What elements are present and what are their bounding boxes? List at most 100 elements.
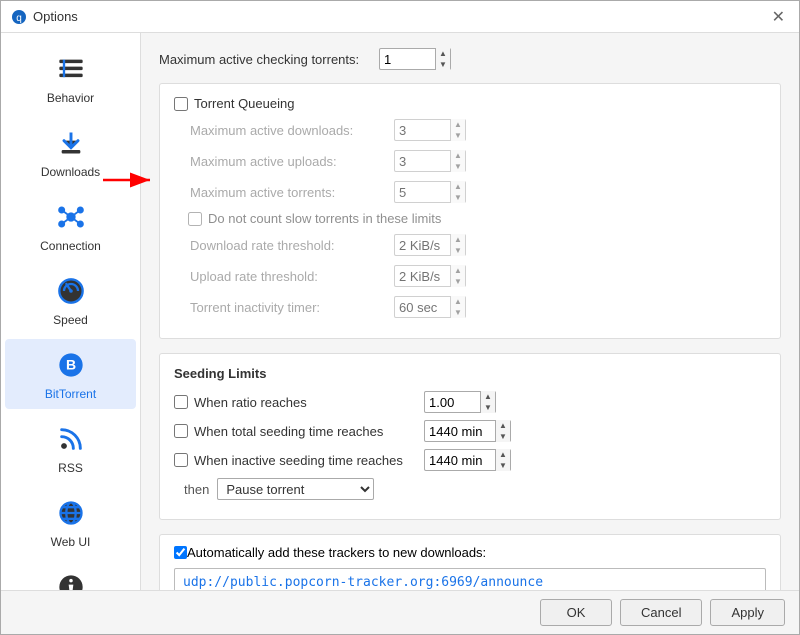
- max-active-checking-input[interactable]: [380, 49, 435, 69]
- title-bar: q Options ✕: [1, 1, 799, 33]
- spinbox-up[interactable]: ▲: [481, 391, 495, 402]
- max-downloads-spinbox-btns: ▲ ▼: [450, 119, 465, 141]
- max-uploads-label: Maximum active uploads:: [174, 154, 394, 169]
- inactivity-timer-input: [395, 297, 450, 317]
- when-inactive-seeding-input[interactable]: [425, 450, 495, 470]
- when-ratio-row: When ratio reaches ▲ ▼: [174, 391, 766, 413]
- spinbox-down: ▼: [451, 161, 465, 172]
- sidebar-label-speed: Speed: [53, 313, 88, 327]
- torrent-queueing-row: Torrent Queueing: [174, 96, 766, 111]
- seeding-limits-section: Seeding Limits When ratio reaches ▲ ▼: [159, 353, 781, 520]
- sidebar-label-behavior: Behavior: [47, 91, 94, 105]
- advanced-icon: [53, 569, 89, 590]
- max-uploads-spinbox: ▲ ▼: [394, 150, 466, 172]
- max-downloads-label: Maximum active downloads:: [174, 123, 394, 138]
- max-active-checking-spinbox[interactable]: ▲ ▼: [379, 48, 451, 70]
- spinbox-down[interactable]: ▼: [436, 59, 450, 70]
- when-inactive-seeding-spinbox[interactable]: ▲ ▼: [424, 449, 511, 471]
- then-row: then Pause torrent Remove torrent Enable…: [174, 478, 766, 500]
- when-inactive-seeding-row: When inactive seeding time reaches ▲ ▼: [174, 449, 766, 471]
- spinbox-buttons[interactable]: ▲ ▼: [435, 48, 450, 70]
- sidebar-item-advanced[interactable]: Advanced: [5, 561, 136, 590]
- spinbox-down[interactable]: ▼: [496, 431, 510, 442]
- download-rate-spinbox: ▲ ▼: [394, 234, 466, 256]
- sidebar-item-connection[interactable]: Connection: [5, 191, 136, 261]
- spinbox-down: ▼: [451, 307, 465, 318]
- when-ratio-input[interactable]: [425, 392, 480, 412]
- inactivity-timer-label: Torrent inactivity timer:: [174, 300, 394, 315]
- when-ratio-label[interactable]: When ratio reaches: [194, 395, 424, 410]
- spinbox-down[interactable]: ▼: [496, 460, 510, 471]
- when-total-seeding-checkbox[interactable]: [174, 424, 188, 438]
- trackers-label[interactable]: Automatically add these trackers to new …: [187, 545, 486, 560]
- max-uploads-spinbox-btns: ▲ ▼: [450, 150, 465, 172]
- spinbox-up[interactable]: ▲: [496, 449, 510, 460]
- sidebar-item-downloads[interactable]: Downloads: [5, 117, 136, 187]
- when-total-seeding-label[interactable]: When total seeding time reaches: [194, 424, 424, 439]
- when-total-seeding-spinbox[interactable]: ▲ ▼: [424, 420, 511, 442]
- trackers-section: Automatically add these trackers to new …: [159, 534, 781, 590]
- sidebar-label-connection: Connection: [40, 239, 101, 253]
- download-rate-threshold-label: Download rate threshold:: [174, 238, 394, 253]
- app-icon: q: [11, 9, 27, 25]
- spinbox-up: ▲: [451, 150, 465, 161]
- torrent-queueing-checkbox[interactable]: [174, 97, 188, 111]
- spinbox-up: ▲: [451, 181, 465, 192]
- downloads-icon: [53, 125, 89, 161]
- apply-button[interactable]: Apply: [710, 599, 785, 626]
- when-ratio-spinbox[interactable]: ▲ ▼: [424, 391, 496, 413]
- when-ratio-checkbox[interactable]: [174, 395, 188, 409]
- spinbox-down[interactable]: ▼: [481, 402, 495, 413]
- spinbox-up: ▲: [451, 296, 465, 307]
- download-rate-input: [395, 235, 450, 255]
- do-not-count-slow-row: Do not count slow torrents in these limi…: [174, 211, 766, 226]
- when-total-seeding-row: When total seeding time reaches ▲ ▼: [174, 420, 766, 442]
- sidebar-label-downloads: Downloads: [41, 165, 100, 179]
- sidebar-item-speed[interactable]: Speed: [5, 265, 136, 335]
- upload-rate-spinbox: ▲ ▼: [394, 265, 466, 287]
- torrent-queueing-label[interactable]: Torrent Queueing: [194, 96, 294, 111]
- spinbox-up[interactable]: ▲: [496, 420, 510, 431]
- max-torrents-input: [395, 182, 450, 202]
- spinbox-up[interactable]: ▲: [436, 48, 450, 59]
- max-downloads-row: Maximum active downloads: ▲ ▼: [174, 118, 766, 142]
- do-not-count-slow-checkbox: [188, 212, 202, 226]
- sidebar-item-bittorrent[interactable]: B BitTorrent: [5, 339, 136, 409]
- spinbox-up: ▲: [451, 234, 465, 245]
- torrent-queueing-section: Torrent Queueing Maximum active download…: [159, 83, 781, 339]
- sidebar-item-webui[interactable]: Web UI: [5, 487, 136, 557]
- upload-rate-threshold-label: Upload rate threshold:: [174, 269, 394, 284]
- max-torrents-row: Maximum active torrents: ▲ ▼: [174, 180, 766, 204]
- main-panel: Maximum active checking torrents: ▲ ▼ To…: [141, 33, 799, 590]
- sidebar-item-rss[interactable]: RSS: [5, 413, 136, 483]
- spinbox-up: ▲: [451, 265, 465, 276]
- download-rate-threshold-row: Download rate threshold: ▲ ▼: [174, 233, 766, 257]
- sidebar-label-bittorrent: BitTorrent: [45, 387, 96, 401]
- trackers-textarea[interactable]: udp://public.popcorn-tracker.org:6969/an…: [174, 568, 766, 590]
- then-action-dropdown[interactable]: Pause torrent Remove torrent Enable supe…: [217, 478, 374, 500]
- inactivity-timer-row: Torrent inactivity timer: ▲ ▼: [174, 295, 766, 319]
- max-active-checking-row: Maximum active checking torrents: ▲ ▼: [159, 47, 781, 71]
- max-active-checking-label: Maximum active checking torrents:: [159, 52, 379, 67]
- max-torrents-spinbox-btns: ▲ ▼: [450, 181, 465, 203]
- when-inactive-seeding-label[interactable]: When inactive seeding time reaches: [194, 453, 424, 468]
- cancel-button[interactable]: Cancel: [620, 599, 702, 626]
- ok-button[interactable]: OK: [540, 599, 612, 626]
- speed-icon: [53, 273, 89, 309]
- svg-text:q: q: [16, 13, 22, 24]
- max-uploads-input: [395, 151, 450, 171]
- seeding-limits-title: Seeding Limits: [174, 366, 766, 381]
- when-inactive-seeding-checkbox[interactable]: [174, 453, 188, 467]
- sidebar-item-behavior[interactable]: Behavior: [5, 43, 136, 113]
- spinbox-up: ▲: [451, 119, 465, 130]
- trackers-checkbox[interactable]: [174, 546, 187, 559]
- sidebar-label-rss: RSS: [58, 461, 83, 475]
- close-button[interactable]: ✕: [768, 7, 789, 27]
- dialog-title: Options: [33, 9, 768, 24]
- then-label: then: [184, 482, 209, 497]
- when-total-seeding-input[interactable]: [425, 421, 495, 441]
- rss-icon: [53, 421, 89, 457]
- upload-rate-input: [395, 266, 450, 286]
- connection-icon: [53, 199, 89, 235]
- bottom-bar: OK Cancel Apply: [1, 590, 799, 634]
